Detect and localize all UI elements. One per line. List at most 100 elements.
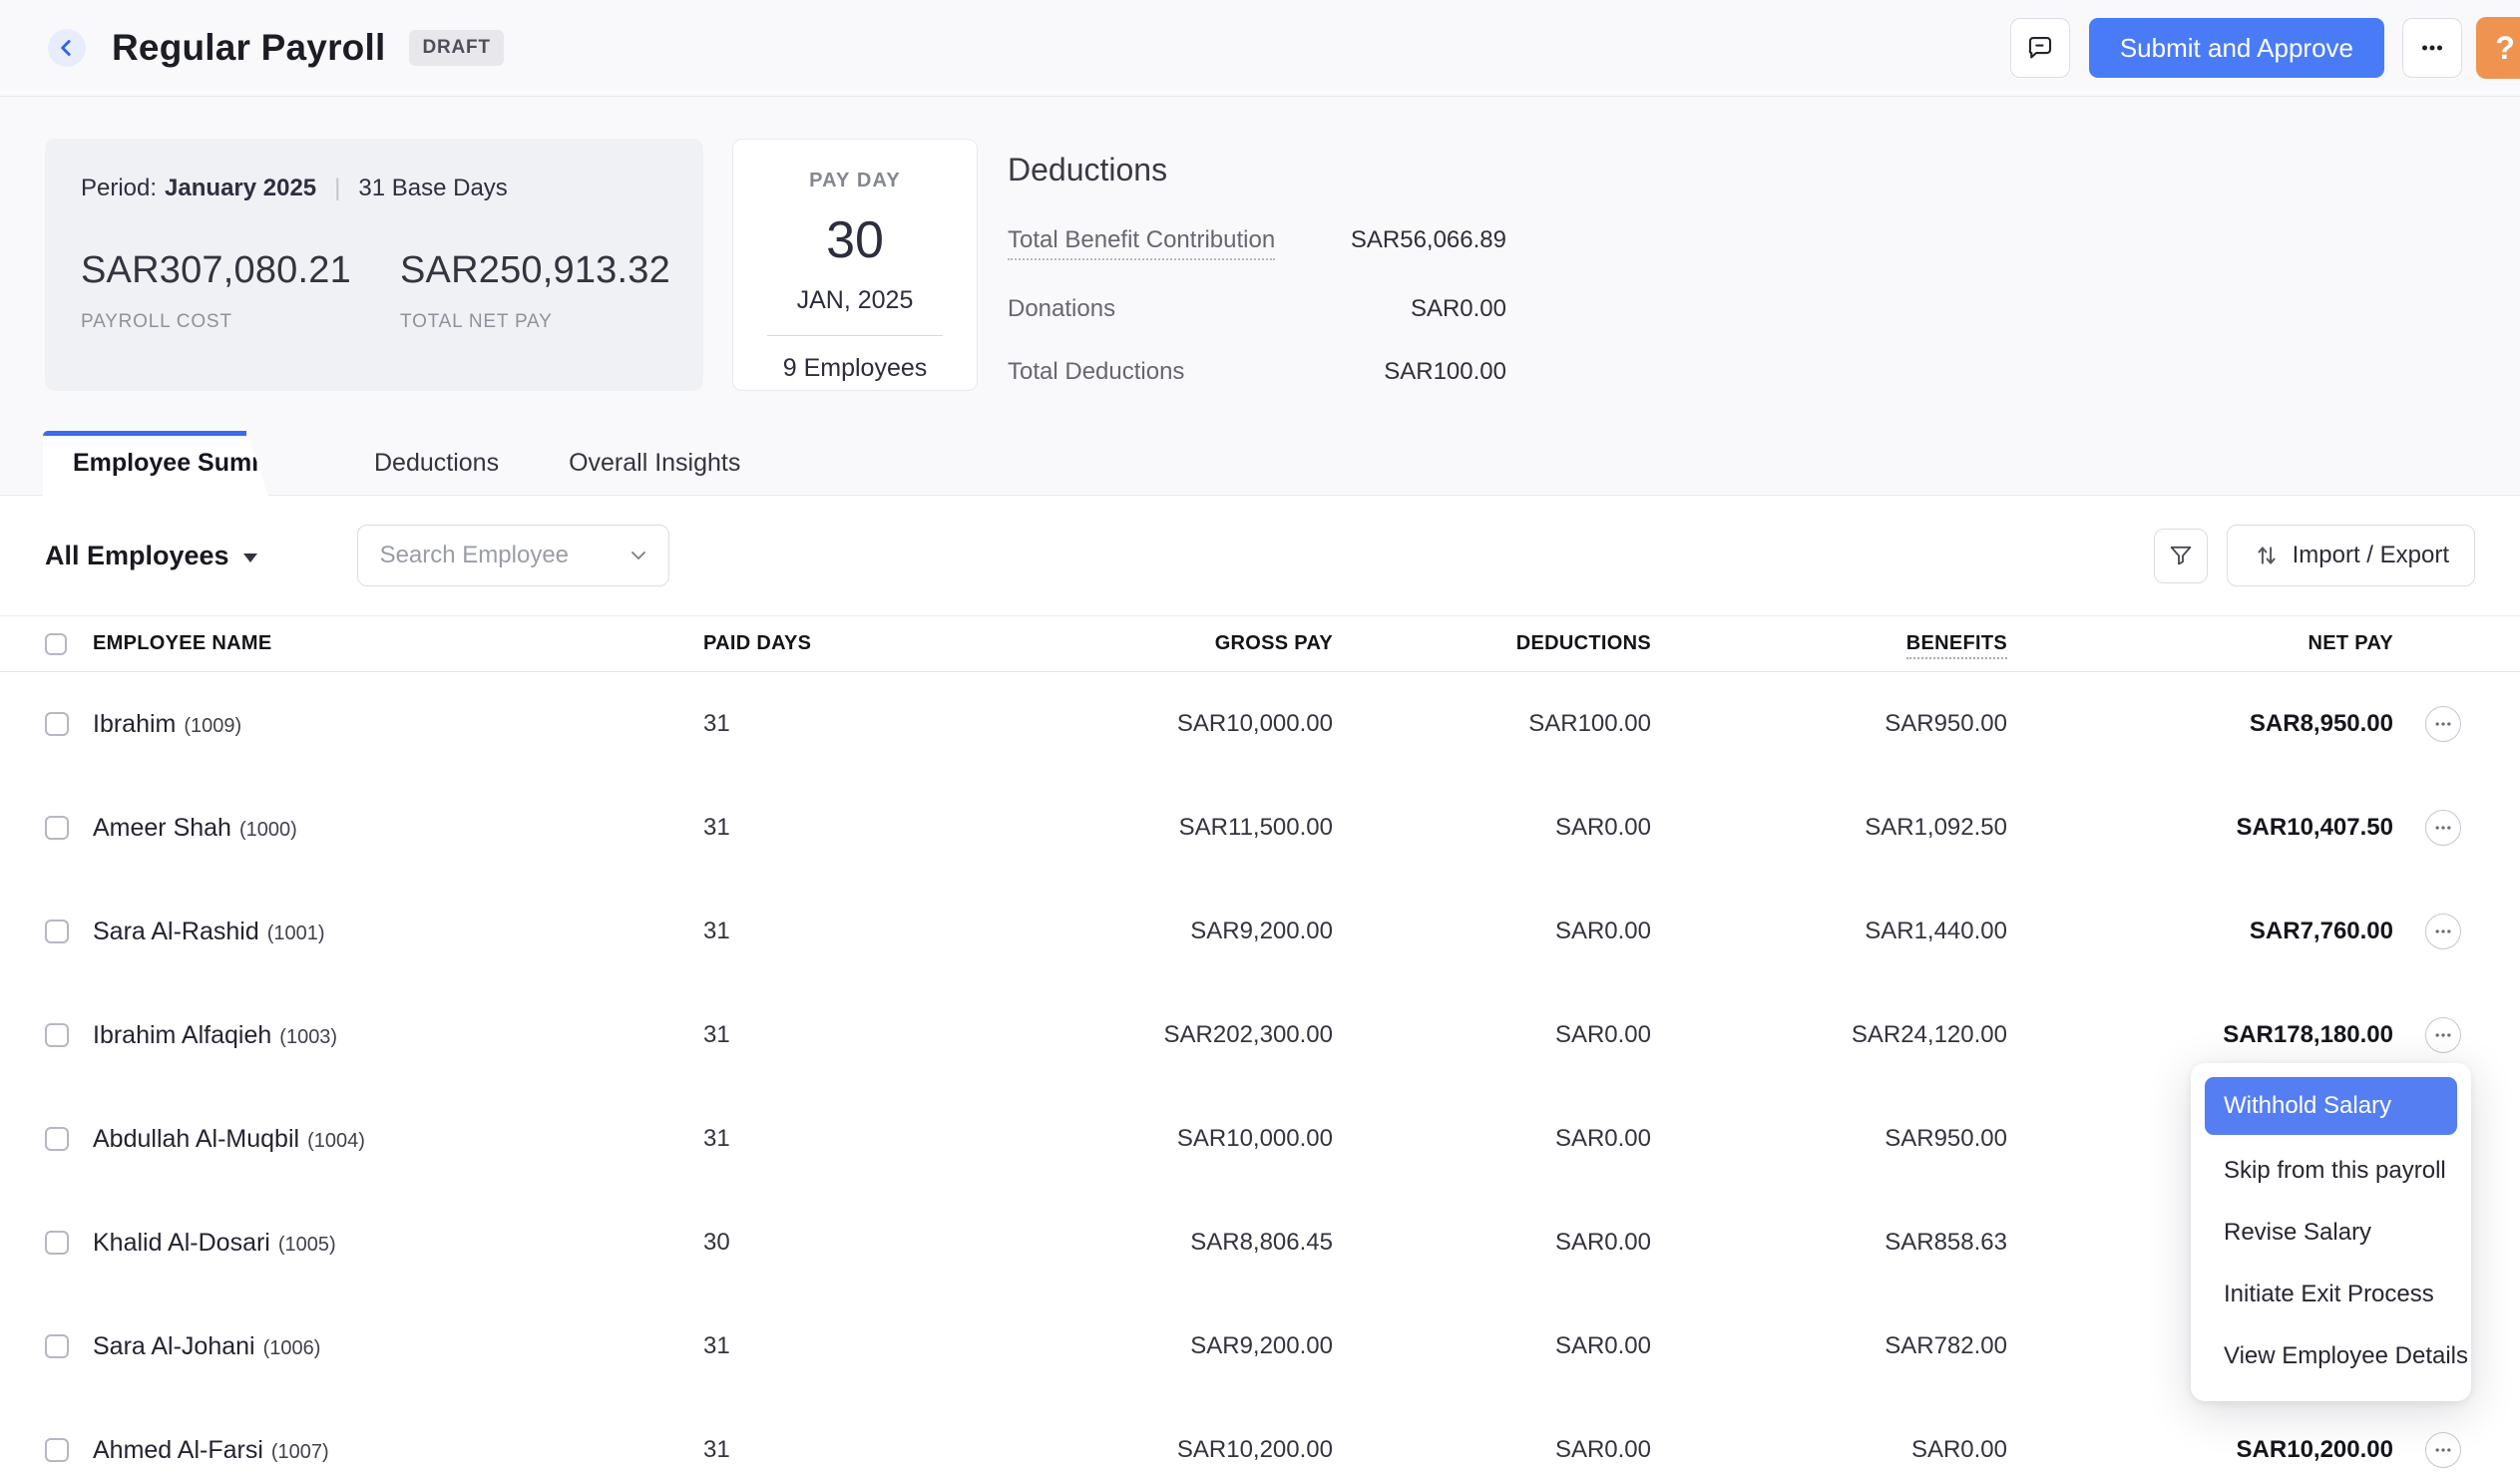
menu-item[interactable]: Skip from this payroll [2191, 1140, 2471, 1202]
import-export-button[interactable]: Import / Export [2227, 525, 2475, 586]
gross-pay-cell: SAR8,806.45 [885, 1229, 1354, 1257]
deductions-cell: SAR0.00 [1354, 1229, 1683, 1257]
deductions-summary-row: Donations SAR0.00 [1008, 295, 1506, 323]
column-header-employee-name: EMPLOYEE NAME [93, 632, 655, 655]
row-checkbox[interactable] [45, 1023, 69, 1047]
gross-pay-cell: SAR202,300.00 [885, 1021, 1354, 1049]
benefits-cell: SAR0.00 [1683, 1436, 2032, 1464]
ellipsis-icon [2433, 818, 2453, 838]
table-row[interactable]: Ameer Shah(1000) 31 SAR11,500.00 SAR0.00… [45, 776, 2475, 880]
employee-id: (1006) [263, 1337, 321, 1359]
deduction-value: SAR0.00 [1411, 295, 1506, 323]
row-checkbox[interactable] [45, 1127, 69, 1151]
deductions-cell: SAR0.00 [1354, 1332, 1683, 1360]
benefits-cell: SAR1,440.00 [1683, 918, 2032, 945]
tab[interactable]: Overall Insights [569, 431, 740, 495]
menu-item[interactable]: Withhold Salary [2205, 1077, 2457, 1135]
search-input[interactable] [380, 542, 627, 569]
gross-pay-cell: SAR11,500.00 [885, 814, 1354, 842]
chevron-down-icon[interactable] [627, 544, 650, 567]
deductions-summary-row: Total Deductions SAR100.00 [1008, 358, 1506, 386]
table-row[interactable]: Abdullah Al-Muqbil(1004) 31 SAR10,000.00… [45, 1087, 2475, 1191]
scope-label: All Employees [45, 541, 229, 571]
menu-item[interactable]: Revise Salary [2191, 1202, 2471, 1264]
back-button[interactable] [48, 29, 86, 67]
table-row[interactable]: Ibrahim Alfaqieh(1003) 31 SAR202,300.00 … [45, 983, 2475, 1087]
deduction-label[interactable]: Total Benefit Contribution [1008, 226, 1275, 260]
gross-pay-cell: SAR10,200.00 [885, 1436, 1354, 1464]
payday-card: PAY DAY 30 JAN, 2025 9 Employees [732, 139, 978, 391]
net-pay-cell: SAR7,760.00 [2032, 918, 2425, 945]
benefits-cell: SAR782.00 [1683, 1332, 2032, 1360]
net-pay-cell: SAR178,180.00 [2032, 1021, 2425, 1049]
divider: | [334, 175, 340, 202]
column-header-benefits[interactable]: BENEFITS [1683, 632, 2032, 655]
table-row[interactable]: Khalid Al-Dosari(1005) 30 SAR8,806.45 SA… [45, 1191, 2475, 1294]
employee-id: (1004) [307, 1130, 365, 1152]
payroll-cost-value: SAR307,080.21 [81, 249, 400, 292]
gross-pay-cell: SAR10,000.00 [885, 1125, 1354, 1153]
row-checkbox[interactable] [45, 1438, 69, 1462]
tab[interactable]: Deductions [374, 431, 499, 495]
top-section: Period:January 2025 | 31 Base Days SAR30… [0, 0, 2520, 496]
paid-days-cell: 30 [655, 1229, 885, 1257]
filter-button[interactable] [2154, 529, 2208, 583]
comments-button[interactable] [2010, 18, 2070, 78]
employee-name: Ahmed Al-Farsi(1007) [93, 1436, 655, 1465]
deduction-label[interactable]: Total Deductions [1008, 358, 1184, 386]
employee-id: (1001) [267, 922, 325, 944]
row-checkbox[interactable] [45, 1231, 69, 1255]
row-checkbox[interactable] [45, 1334, 69, 1358]
table-row[interactable]: Sara Al-Johani(1006) 31 SAR9,200.00 SAR0… [45, 1294, 2475, 1398]
import-export-icon [2253, 542, 2281, 569]
row-actions-button[interactable] [2425, 810, 2461, 846]
caret-down-icon [243, 553, 257, 562]
employee-name: Sara Al-Johani(1006) [93, 1332, 655, 1361]
period-value: January 2025 [165, 175, 316, 202]
ellipsis-icon [2433, 1440, 2453, 1460]
menu-item[interactable]: Initiate Exit Process [2191, 1264, 2471, 1325]
employee-name: Abdullah Al-Muqbil(1004) [93, 1125, 655, 1154]
employee-count: 9 Employees [733, 354, 977, 383]
period-prefix: Period: [81, 175, 157, 202]
net-pay-cell: SAR8,950.00 [2032, 710, 2425, 738]
deduction-label[interactable]: Donations [1008, 295, 1115, 323]
ellipsis-icon [2433, 1025, 2453, 1045]
table-row[interactable]: Ibrahim(1009) 31 SAR10,000.00 SAR100.00 … [45, 672, 2475, 776]
tab[interactable]: Employee Summary [43, 431, 268, 496]
table-toolbar: All Employees Import / Export [0, 496, 2520, 615]
search-employee-combobox [357, 525, 669, 586]
row-checkbox[interactable] [45, 816, 69, 840]
benefits-cell: SAR950.00 [1683, 710, 2032, 738]
ellipsis-icon [2433, 714, 2453, 734]
column-header-paid-days: PAID DAYS [655, 632, 885, 655]
paid-days-cell: 31 [655, 710, 885, 738]
row-actions-button[interactable] [2425, 914, 2461, 949]
deductions-summary-panel: Deductions Total Benefit Contribution SA… [1008, 152, 1506, 386]
menu-item[interactable]: View Employee Details [2191, 1325, 2471, 1387]
select-all-checkbox[interactable] [45, 633, 67, 655]
row-actions-button[interactable] [2425, 1432, 2461, 1468]
help-button[interactable]: ? [2476, 17, 2520, 79]
row-actions-button[interactable] [2425, 1017, 2461, 1053]
ellipsis-icon [2433, 921, 2453, 941]
payroll-cost-label: PAYROLL COST [81, 311, 400, 333]
table-row[interactable]: Sara Al-Rashid(1001) 31 SAR9,200.00 SAR0… [45, 880, 2475, 983]
employee-scope-dropdown[interactable]: All Employees [45, 541, 257, 571]
table-header-row: EMPLOYEE NAME PAID DAYS GROSS PAY DEDUCT… [45, 616, 2475, 671]
employee-name: Ibrahim(1009) [93, 710, 655, 739]
total-net-pay-label: TOTAL NET PAY [400, 311, 719, 333]
row-checkbox[interactable] [45, 920, 69, 943]
column-header-deductions: DEDUCTIONS [1354, 632, 1683, 655]
paid-days-cell: 31 [655, 1436, 885, 1464]
row-actions-button[interactable] [2425, 706, 2461, 742]
paid-days-cell: 31 [655, 1021, 885, 1049]
row-checkbox[interactable] [45, 712, 69, 736]
employee-id: (1000) [239, 819, 297, 841]
benefits-cell: SAR858.63 [1683, 1229, 2032, 1257]
comment-icon [2025, 33, 2055, 63]
table-row[interactable]: Ahmed Al-Farsi(1007) 31 SAR10,200.00 SAR… [45, 1398, 2475, 1472]
net-pay-cell: SAR10,200.00 [2032, 1436, 2425, 1464]
submit-and-approve-button[interactable]: Submit and Approve [2089, 18, 2384, 78]
more-options-button[interactable] [2402, 18, 2462, 78]
